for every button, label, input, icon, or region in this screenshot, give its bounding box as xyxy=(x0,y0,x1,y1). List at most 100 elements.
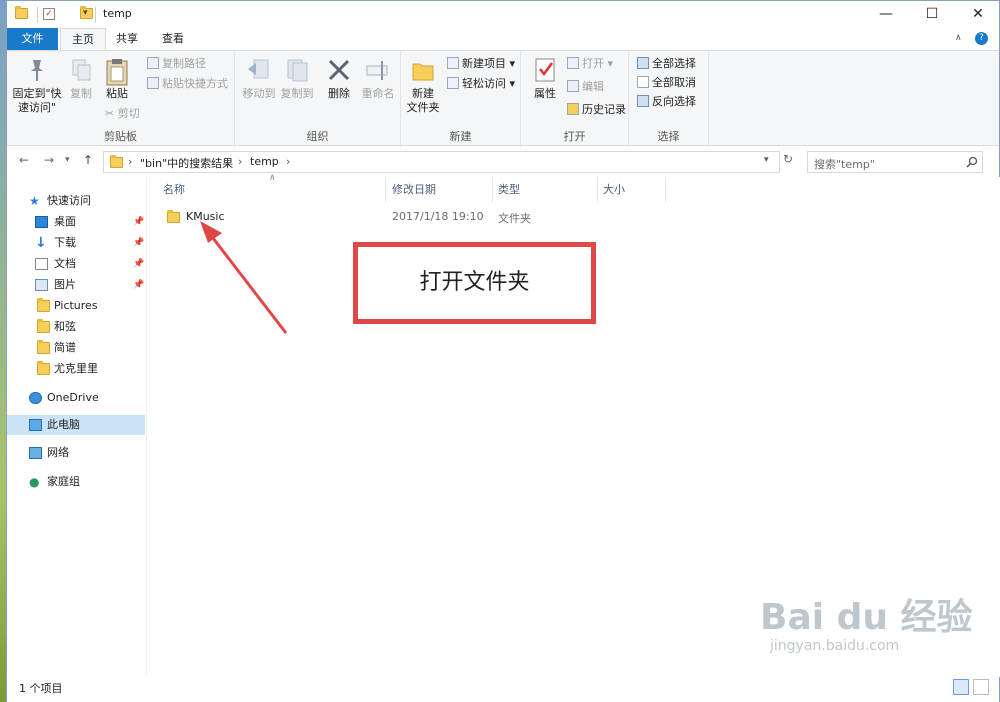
pin-label-2: 速访问" xyxy=(17,101,57,114)
open-button[interactable]: 打开 ▾ xyxy=(567,55,613,73)
pin-icon[interactable]: 📌 xyxy=(133,212,144,232)
pin-icon xyxy=(24,57,50,83)
copy-to-button[interactable]: 复制到 xyxy=(279,57,315,101)
move-to-button[interactable]: 移动到 xyxy=(241,57,277,101)
recent-locations-icon[interactable]: ▾ xyxy=(65,155,70,165)
column-header-name[interactable]: 名称 xyxy=(163,181,185,197)
divider xyxy=(37,7,38,23)
invert-selection-button[interactable]: 反向选择 xyxy=(637,93,696,111)
invert-selection-icon xyxy=(637,95,649,107)
clipboard-group: 固定到"快 速访问" 复制 粘贴 复制路径 粘贴快捷方式 ✂ 剪切 剪贴板 xyxy=(7,51,235,147)
search-icon[interactable] xyxy=(966,156,978,168)
address-input[interactable]: › "bin"中的搜索结果 › temp › ▾ xyxy=(103,151,780,173)
forward-button[interactable]: → xyxy=(44,153,54,167)
column-divider[interactable] xyxy=(385,177,386,203)
move-to-label: 移动到 xyxy=(242,87,276,100)
nav-item-documents[interactable]: 文档 📌 xyxy=(7,254,145,274)
nav-item-chords[interactable]: 和弦 xyxy=(7,317,145,337)
delete-button[interactable]: 删除 xyxy=(321,57,357,101)
select-none-button[interactable]: 全部取消 xyxy=(637,74,696,92)
close-button[interactable]: ✕ xyxy=(955,1,1000,28)
back-button[interactable]: ← xyxy=(19,153,29,167)
nav-label: OneDrive xyxy=(47,391,99,404)
collapse-ribbon-icon[interactable]: ∧ xyxy=(955,33,962,43)
new-item-button[interactable]: 新建项目 ▾ xyxy=(447,55,515,73)
nav-network[interactable]: 网络 xyxy=(7,443,145,463)
edit-icon xyxy=(567,80,579,92)
tab-home[interactable]: 主页 xyxy=(60,28,106,50)
nav-label: 简谱 xyxy=(54,341,76,354)
cut-label: 剪切 xyxy=(117,107,140,120)
easy-access-button[interactable]: 轻松访问 ▾ xyxy=(447,75,515,93)
address-dropdown-icon[interactable]: ▾ xyxy=(764,155,769,165)
pin-icon[interactable]: 📌 xyxy=(133,233,144,253)
select-none-icon xyxy=(637,76,649,88)
folder-icon xyxy=(37,361,50,375)
nav-item-ukulele[interactable]: 尤克里里 xyxy=(7,359,145,379)
nav-item-downloads[interactable]: ↓ 下载 📌 xyxy=(7,233,145,253)
paste-button[interactable]: 粘贴 xyxy=(99,57,135,101)
new-folder-button[interactable]: 新建 文件夹 xyxy=(405,57,441,115)
pin-quick-access-button[interactable]: 固定到"快 速访问" xyxy=(11,57,63,115)
paste-label: 粘贴 xyxy=(106,87,128,100)
cut-button[interactable]: ✂ 剪切 xyxy=(105,105,140,123)
details-view-icon[interactable] xyxy=(953,679,969,695)
nav-homegroup[interactable]: ● 家庭组 xyxy=(7,472,145,492)
nav-item-pictures[interactable]: 图片 📌 xyxy=(7,275,145,295)
new-folder-label-2: 文件夹 xyxy=(406,101,440,114)
column-divider[interactable] xyxy=(492,177,493,203)
column-header-size[interactable]: 大小 xyxy=(603,181,625,197)
up-button[interactable]: ↑ xyxy=(83,153,93,167)
search-input[interactable]: 搜索"temp" xyxy=(807,151,983,173)
pin-icon[interactable]: 📌 xyxy=(133,254,144,274)
help-icon[interactable]: ? xyxy=(975,32,988,45)
nav-item-notation[interactable]: 简谱 xyxy=(7,338,145,358)
open-group: 属性 打开 ▾ 编辑 历史记录 打开 xyxy=(521,51,629,147)
select-group-label: 选择 xyxy=(657,130,680,143)
edit-button[interactable]: 编辑 xyxy=(567,78,604,96)
properties-icon[interactable]: ✓ xyxy=(43,8,55,20)
folder-icon[interactable] xyxy=(15,6,28,19)
column-divider[interactable] xyxy=(665,177,666,203)
large-icons-view-icon[interactable] xyxy=(973,679,989,695)
refresh-button[interactable]: ↻ xyxy=(783,152,793,166)
paste-shortcut-button[interactable]: 粘贴快捷方式 xyxy=(147,75,228,93)
nav-this-pc[interactable]: 此电脑 xyxy=(7,415,145,435)
navigation-pane: ★ 快速访问 桌面 📌 ↓ 下载 📌 文档 📌 图片 📌 Pictures 和弦… xyxy=(7,177,147,677)
tab-view[interactable]: 查看 xyxy=(153,28,193,50)
properties-button[interactable]: 属性 xyxy=(529,57,561,101)
clipboard-icon xyxy=(104,57,130,86)
folder-icon xyxy=(110,155,123,168)
maximize-button[interactable]: ☐ xyxy=(909,1,955,28)
breadcrumb-separator[interactable]: › xyxy=(238,155,242,168)
delete-icon xyxy=(326,57,352,83)
tab-file[interactable]: 文件 xyxy=(7,28,58,50)
copy-label: 复制 xyxy=(70,87,92,100)
column-header-modified[interactable]: 修改日期 xyxy=(392,181,436,197)
star-icon: ★ xyxy=(29,194,40,208)
pin-icon[interactable]: 📌 xyxy=(133,275,144,295)
breadcrumb-search-results[interactable]: "bin"中的搜索结果 xyxy=(140,155,233,171)
minimize-button[interactable]: — xyxy=(863,1,909,28)
copy-to-label: 复制到 xyxy=(280,87,314,100)
breadcrumb-separator[interactable]: › xyxy=(128,155,132,168)
copy-path-button[interactable]: 复制路径 xyxy=(147,55,206,73)
nav-quick-access[interactable]: ★ 快速访问 xyxy=(7,191,145,211)
copy-button[interactable]: 复制 xyxy=(63,57,99,101)
breadcrumb-separator[interactable]: › xyxy=(286,155,290,168)
nav-item-desktop[interactable]: 桌面 📌 xyxy=(7,212,145,232)
download-icon: ↓ xyxy=(35,235,47,251)
column-header-type[interactable]: 类型 xyxy=(498,181,520,197)
new-group: 新建 文件夹 新建项目 ▾ 轻松访问 ▾ 新建 xyxy=(401,51,521,147)
history-button[interactable]: 历史记录 xyxy=(567,101,626,119)
nav-item-pictures-folder[interactable]: Pictures xyxy=(7,296,145,316)
column-divider[interactable] xyxy=(597,177,598,203)
nav-onedrive[interactable]: OneDrive xyxy=(7,388,145,408)
rename-button[interactable]: 重命名 xyxy=(359,57,397,101)
item-count: 1 个项目 xyxy=(19,682,63,695)
breadcrumb-temp[interactable]: temp xyxy=(250,155,279,168)
customize-toolbar-icon[interactable]: ▾ xyxy=(83,8,88,22)
tab-share[interactable]: 共享 xyxy=(107,28,147,50)
select-all-button[interactable]: 全部选择 xyxy=(637,55,696,73)
easy-access-icon xyxy=(447,77,459,89)
